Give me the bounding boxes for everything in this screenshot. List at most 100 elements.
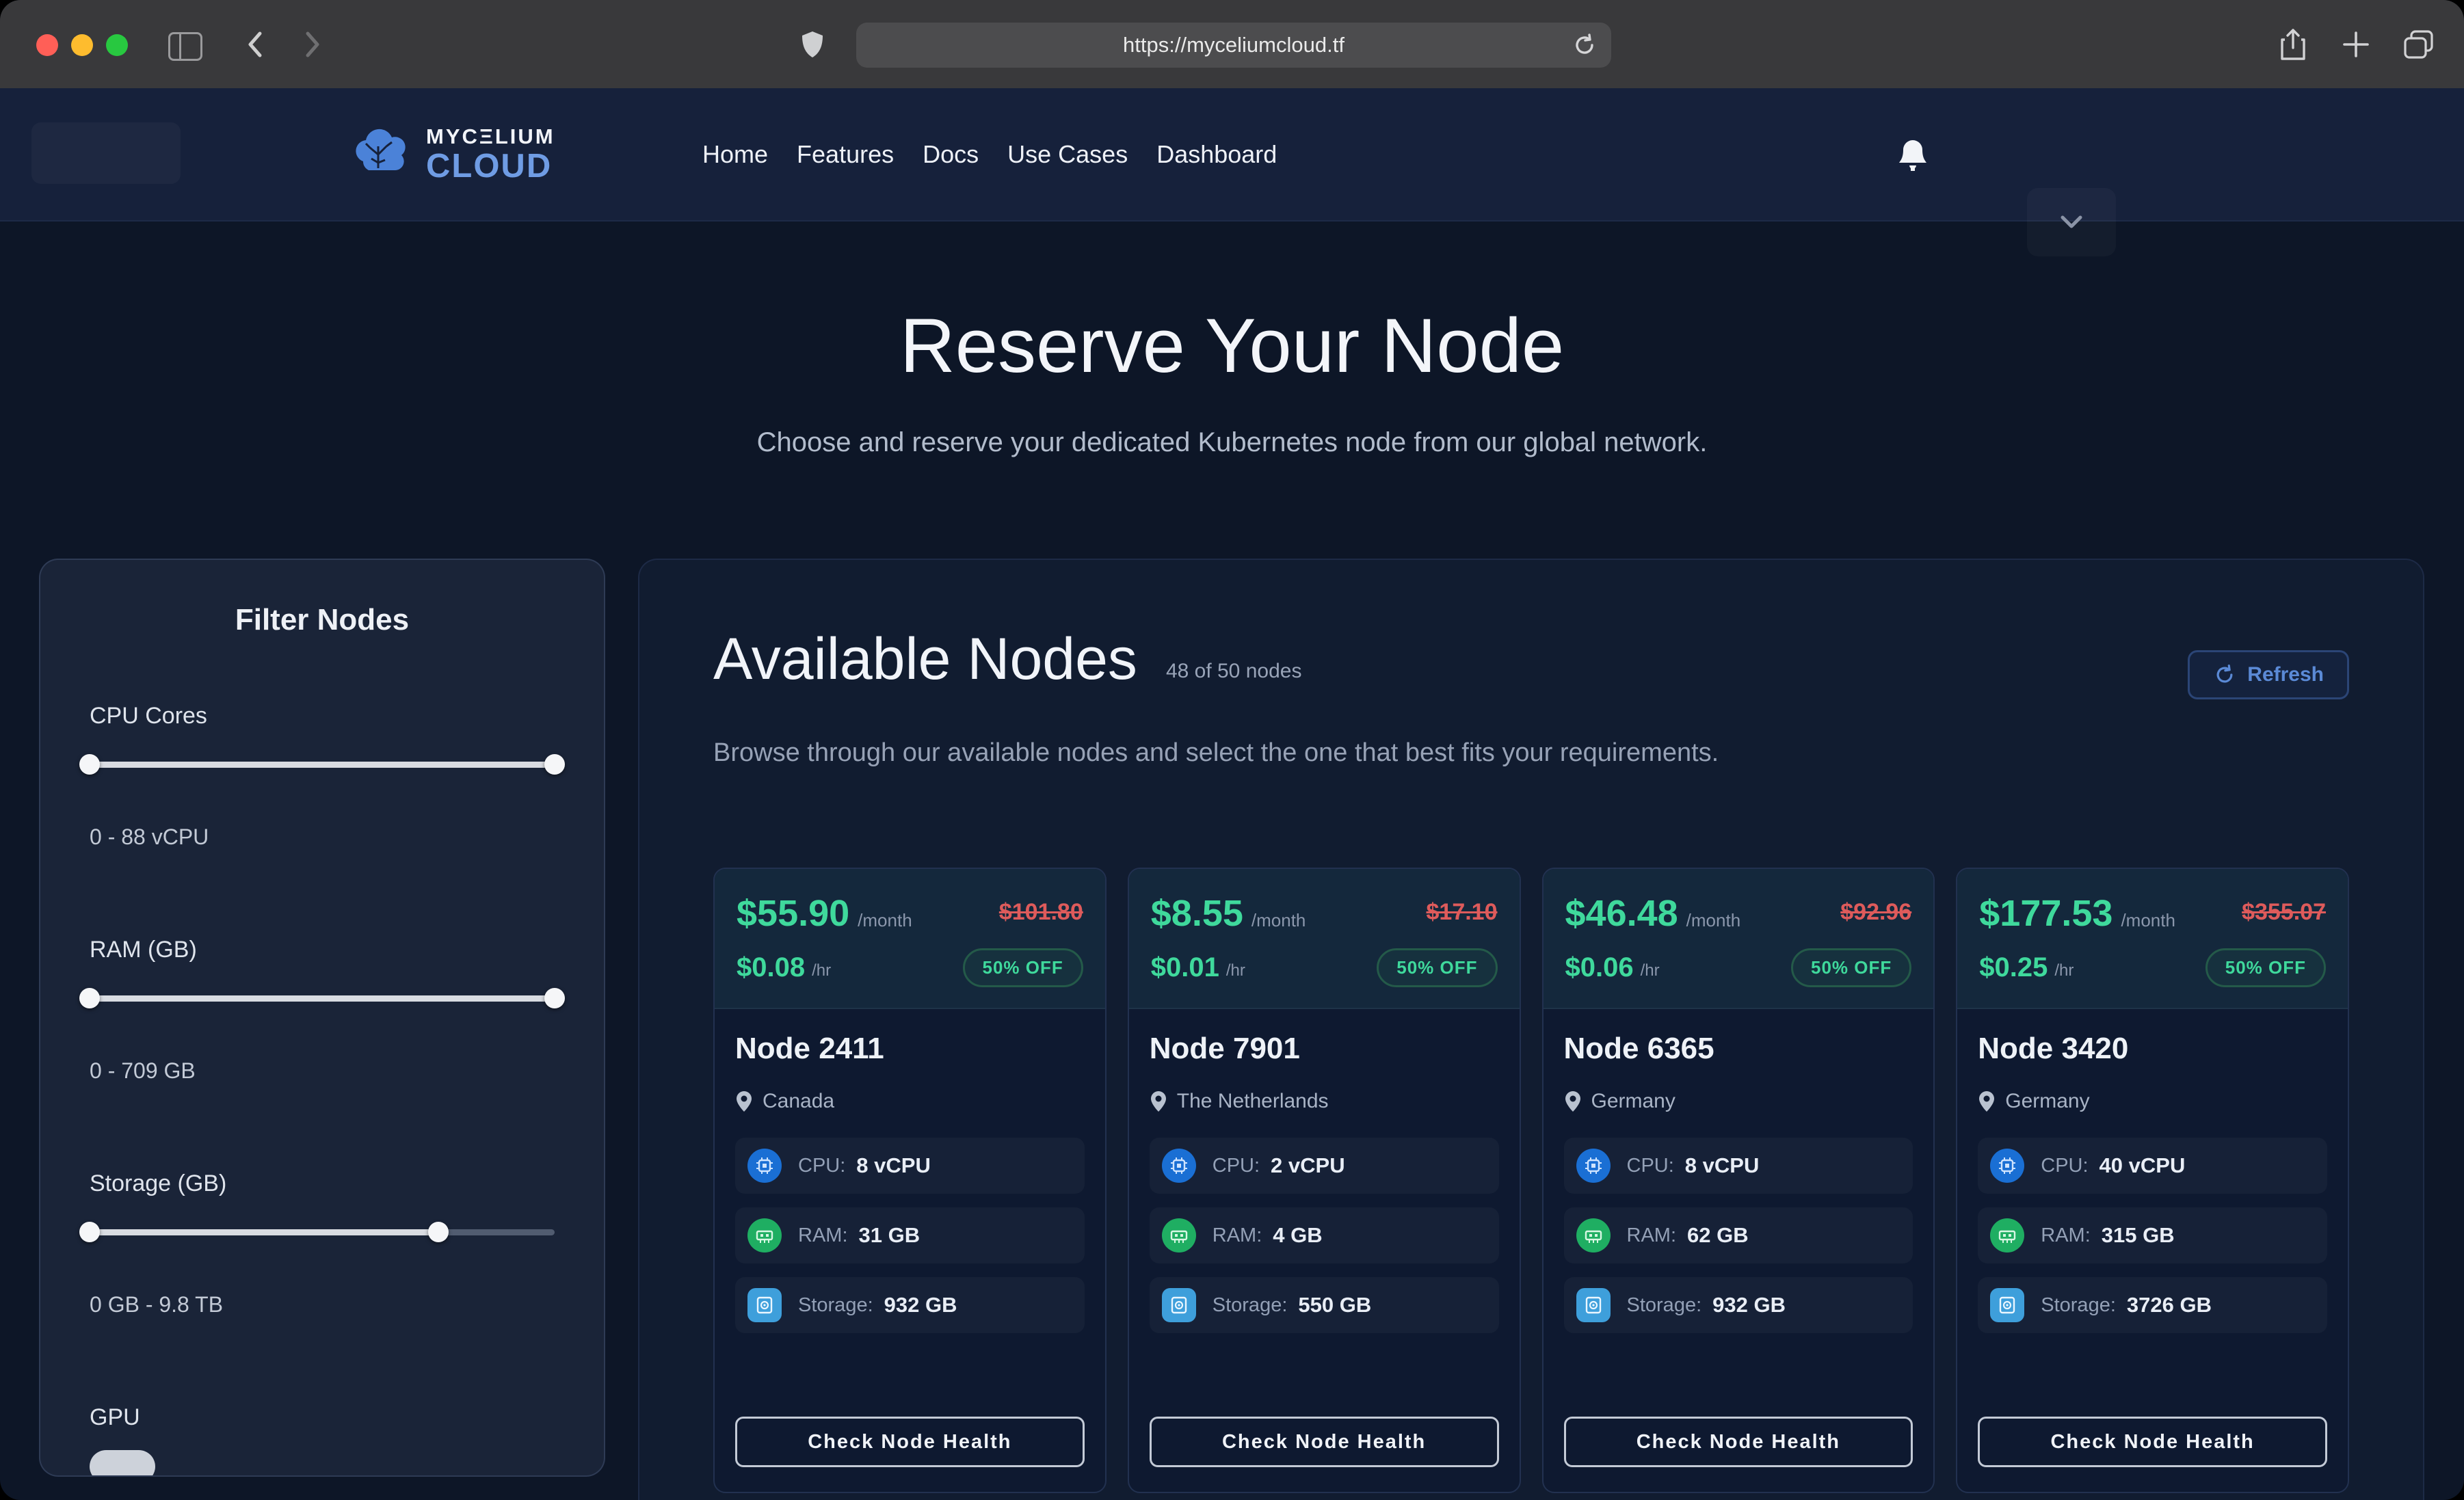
- slider-active-track: [90, 762, 555, 768]
- price-per-hour: $0.01: [1151, 952, 1219, 983]
- new-tab-icon[interactable]: [2333, 0, 2379, 88]
- storage-value: 3726 GB: [2127, 1293, 2212, 1317]
- ram-value: 62 GB: [1687, 1223, 1749, 1248]
- range-slider[interactable]: [90, 754, 555, 775]
- ram-value: 315 GB: [2102, 1223, 2175, 1248]
- nav-link-features[interactable]: Features: [797, 140, 894, 169]
- spec-row-cpu: CPU: 40 vCPU: [1978, 1138, 2327, 1194]
- nav-link-dashboard[interactable]: Dashboard: [1156, 140, 1277, 169]
- per-hour-label: /hr: [1641, 961, 1660, 980]
- card-pricing-header: $55.90 /month $101.80 $0.08 /hr 50% OFF: [715, 869, 1105, 1009]
- filter-panel: Filter Nodes CPU Cores 0 - 88 vCPU RAM (…: [39, 559, 605, 1477]
- ram-icon: [1990, 1218, 2024, 1253]
- check-node-health-button[interactable]: Check Node Health: [1150, 1417, 1499, 1467]
- node-location: Germany: [1978, 1090, 2327, 1113]
- node-location: Germany: [1564, 1090, 1913, 1113]
- nav-link-docs[interactable]: Docs: [923, 140, 979, 169]
- back-button[interactable]: [238, 0, 272, 88]
- slider-handle-max[interactable]: [544, 754, 565, 775]
- node-name: Node 2411: [735, 1032, 1085, 1065]
- range-slider[interactable]: [90, 988, 555, 1008]
- slider-active-track: [90, 1229, 438, 1235]
- minimize-window-button[interactable]: [71, 34, 93, 56]
- per-month-label: /month: [1686, 910, 1741, 931]
- tab-overview-icon[interactable]: [2396, 0, 2441, 88]
- refresh-button[interactable]: Refresh: [2188, 650, 2349, 699]
- slider-handle-min[interactable]: [79, 988, 100, 1008]
- spec-row-ram: RAM: 62 GB: [1564, 1207, 1913, 1263]
- cpu-icon: [747, 1149, 782, 1183]
- price-per-month: $8.55: [1151, 895, 1243, 932]
- ram-icon: [1576, 1218, 1611, 1253]
- location-pin-icon: [1150, 1090, 1167, 1112]
- filter-section: RAM (GB) 0 - 709 GB: [90, 936, 555, 1084]
- card-body: Node 3420 Germany CPU: 40 vCPU: [1957, 1009, 2348, 1492]
- mycelium-cloud-logo-icon: [345, 126, 411, 183]
- brand-logo[interactable]: MYCΞLIUM CLOUD: [345, 88, 555, 220]
- storage-label: Storage:: [1627, 1294, 1702, 1317]
- price-per-hour: $0.06: [1565, 952, 1634, 983]
- close-window-button[interactable]: [36, 34, 58, 56]
- discount-badge: 50% OFF: [2205, 948, 2326, 987]
- card-body: Node 2411 Canada CPU: 8 vCPU: [715, 1009, 1105, 1492]
- spec-row-storage: Storage: 932 GB: [1564, 1277, 1913, 1333]
- location-pin-icon: [1564, 1090, 1582, 1112]
- forward-button[interactable]: [295, 0, 330, 88]
- ram-icon: [747, 1218, 782, 1253]
- nav-placeholder-box: [31, 122, 181, 184]
- card-body: Node 7901 The Netherlands CPU: 2 vCPU: [1129, 1009, 1520, 1492]
- check-node-health-button[interactable]: Check Node Health: [735, 1417, 1085, 1467]
- old-price: $101.80: [999, 899, 1083, 926]
- reload-icon[interactable]: [1572, 32, 1598, 58]
- spec-list: CPU: 8 vCPU RAM: 62 GB Storage: 932 GB: [1564, 1138, 1913, 1347]
- filter-label: CPU Cores: [90, 702, 555, 729]
- notifications-bell-icon[interactable]: [1896, 137, 1930, 176]
- nodes-header: Available Nodes 48 of 50 nodes Refresh: [713, 628, 2349, 699]
- spec-list: CPU: 2 vCPU RAM: 4 GB Storage: 550 GB: [1150, 1138, 1499, 1347]
- range-slider[interactable]: [90, 1222, 555, 1242]
- slider-handle-max[interactable]: [544, 988, 565, 1008]
- price-per-month: $46.48: [1565, 895, 1678, 932]
- price-per-month: $177.53: [1979, 895, 2112, 932]
- storage-value: 932 GB: [884, 1293, 957, 1317]
- storage-value: 550 GB: [1298, 1293, 1371, 1317]
- check-node-health-button[interactable]: Check Node Health: [1564, 1417, 1913, 1467]
- spec-row-storage: Storage: 932 GB: [735, 1277, 1085, 1333]
- cpu-icon: [1162, 1149, 1196, 1183]
- card-pricing-header: $8.55 /month $17.10 $0.01 /hr 50% OFF: [1129, 869, 1520, 1009]
- filter-section-gpu: GPU: [90, 1404, 555, 1477]
- brand-name-top: MYCΞLIUM: [426, 126, 555, 147]
- share-icon[interactable]: [2270, 0, 2316, 88]
- location-text: Germany: [2005, 1090, 2089, 1113]
- storage-label: Storage:: [2041, 1294, 2116, 1317]
- per-hour-label: /hr: [2054, 961, 2074, 980]
- node-name: Node 3420: [1978, 1032, 2327, 1065]
- shield-icon[interactable]: [792, 0, 833, 88]
- sidebar-toggle-icon[interactable]: [168, 32, 202, 61]
- storage-label: Storage:: [1213, 1294, 1288, 1317]
- nav-link-home[interactable]: Home: [702, 140, 768, 169]
- filter-range-text: 0 - 709 GB: [90, 1058, 555, 1084]
- filter-panel-title: Filter Nodes: [90, 602, 555, 638]
- spec-row-ram: RAM: 4 GB: [1150, 1207, 1499, 1263]
- storage-value: 932 GB: [1712, 1293, 1786, 1317]
- browser-chrome: https://myceliumcloud.tf: [0, 0, 2464, 88]
- location-pin-icon: [735, 1090, 753, 1112]
- per-hour-label: /hr: [812, 961, 831, 980]
- nav-link-use-cases[interactable]: Use Cases: [1007, 140, 1128, 169]
- slider-handle-max[interactable]: [428, 1222, 449, 1242]
- slider-handle-min[interactable]: [79, 1222, 100, 1242]
- page-subtitle: Choose and reserve your dedicated Kubern…: [0, 427, 2464, 458]
- maximize-window-button[interactable]: [106, 34, 128, 56]
- card-body: Node 6365 Germany CPU: 8 vCPU: [1544, 1009, 1934, 1492]
- node-cards-grid: $55.90 /month $101.80 $0.08 /hr 50% OFF …: [713, 868, 2349, 1493]
- spec-row-cpu: CPU: 8 vCPU: [735, 1138, 1085, 1194]
- storage-icon: [1162, 1288, 1196, 1322]
- old-price: $17.10: [1427, 899, 1498, 926]
- check-node-health-button[interactable]: Check Node Health: [1978, 1417, 2327, 1467]
- user-menu-chevron[interactable]: [2027, 188, 2116, 256]
- slider-handle-min[interactable]: [79, 754, 100, 775]
- gpu-toggle[interactable]: [90, 1450, 155, 1477]
- address-bar[interactable]: https://myceliumcloud.tf: [856, 23, 1611, 68]
- filter-label: RAM (GB): [90, 936, 555, 963]
